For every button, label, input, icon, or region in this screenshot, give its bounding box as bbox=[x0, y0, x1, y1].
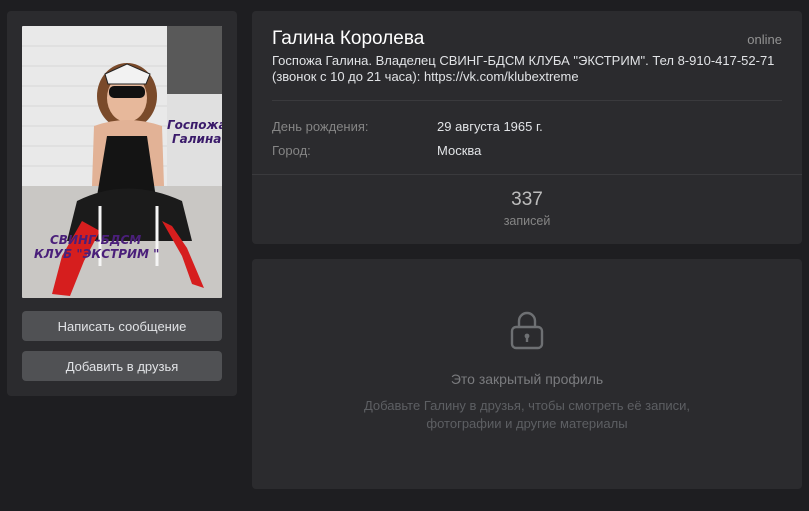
add-friend-button[interactable]: Добавить в друзья bbox=[22, 351, 222, 381]
lock-icon bbox=[510, 311, 544, 350]
posts-count: 337 bbox=[511, 189, 543, 210]
closed-profile-title: Это закрытый профиль bbox=[450, 371, 604, 387]
city-label: Город: bbox=[272, 143, 311, 158]
profile-info-card: Галина Королева online Госпожа Галина. В… bbox=[252, 11, 802, 244]
avatar-photo: Госпожа Галина СВИНГ-БДСМ КЛУБ "ЭКСТРИМ … bbox=[22, 26, 222, 298]
profile-sidebar: Госпожа Галина СВИНГ-БДСМ КЛУБ "ЭКСТРИМ … bbox=[7, 11, 237, 396]
birthday-label: День рождения: bbox=[272, 119, 369, 134]
avatar-caption-bottom: СВИНГ-БДСМ bbox=[50, 233, 141, 247]
avatar[interactable]: Госпожа Галина СВИНГ-БДСМ КЛУБ "ЭКСТРИМ … bbox=[22, 26, 222, 298]
profile-name: Галина Королева bbox=[272, 28, 425, 49]
svg-text:Галина: Галина bbox=[172, 132, 221, 146]
city-value[interactable]: Москва bbox=[437, 143, 481, 158]
posts-count-label: записей bbox=[503, 214, 551, 228]
profile-status-text: Госпожа Галина. Владелец СВИНГ-БДСМ КЛУБ… bbox=[272, 53, 775, 84]
birthday-value: 29 августа 1965 г. bbox=[437, 119, 543, 134]
online-status: online bbox=[747, 32, 782, 47]
closed-profile-card: Это закрытый профиль Добавьте Галину в д… bbox=[252, 259, 802, 489]
divider bbox=[252, 174, 802, 175]
avatar-caption-top: Госпожа bbox=[167, 118, 222, 132]
send-message-button[interactable]: Написать сообщение bbox=[22, 311, 222, 341]
divider bbox=[272, 100, 782, 101]
closed-profile-description: Добавьте Галину в друзья, чтобы смотреть… bbox=[363, 398, 691, 431]
svg-text:КЛУБ "ЭКСТРИМ ": КЛУБ "ЭКСТРИМ " bbox=[34, 247, 159, 261]
